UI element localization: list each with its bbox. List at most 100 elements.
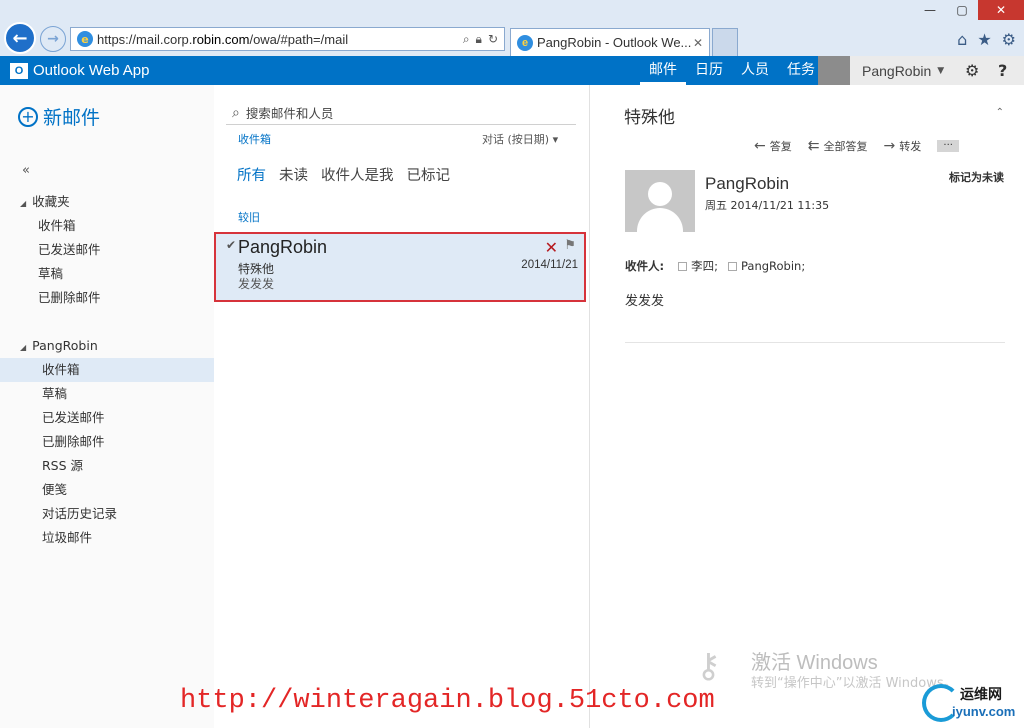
window-controls: — ▢ ✕	[914, 0, 1024, 20]
ie-icon: e	[517, 34, 533, 51]
more-actions-button[interactable]: ···	[937, 140, 960, 152]
favorites-section: ◢ 收藏夹 收件箱 已发送邮件 草稿 已删除邮件	[0, 190, 214, 310]
conversation-sort-label: 对话 (按日期)	[482, 133, 550, 146]
star-icon[interactable]: ★	[977, 30, 991, 49]
browser-toolbar: — ▢ ✕ ← → e https://mail.corp.robin.com/…	[0, 0, 1024, 56]
message-list-pane: ⌕ 搜索邮件和人员 收件箱 对话 (按日期) ▾ 所有 未读 收件人是我 已标记…	[214, 85, 590, 728]
new-mail-button[interactable]: + 新邮件	[18, 103, 100, 130]
message-body: 发发发	[625, 294, 665, 309]
flag-icon[interactable]: ⚑	[564, 238, 576, 253]
browser-tab[interactable]: e PangRobin - Outlook We... ✕	[510, 28, 710, 56]
favorites-label: 收藏夹	[32, 194, 70, 209]
chevron-down-icon[interactable]: ▼	[937, 66, 944, 76]
site-logo: 运维网 iyunv.com	[922, 680, 1022, 726]
gear-icon[interactable]: ⚙	[965, 61, 979, 80]
search-input[interactable]: ⌕ 搜索邮件和人员	[226, 101, 576, 125]
filter-to-me[interactable]: 收件人是我	[321, 164, 394, 185]
close-icon[interactable]: ✕	[693, 36, 703, 50]
minimize-button[interactable]: —	[914, 0, 946, 20]
maximize-button[interactable]: ▢	[946, 0, 978, 20]
key-icon: ⚷	[696, 646, 721, 686]
owa-logo[interactable]: O Outlook Web App	[10, 62, 149, 79]
list-item[interactable]: ✔ PangRobin 特殊他 发发发 ✕ ⚑ 2014/11/21	[214, 232, 586, 302]
ie-icon: e	[77, 31, 93, 47]
folder-item-notes[interactable]: 便笺	[0, 478, 214, 502]
address-bar[interactable]: e https://mail.corp.robin.com/owa/#path=…	[70, 27, 505, 51]
reading-pane: 特殊他 ⌃ ← 答复 ⇇ 全部答复 → 转发 ··· PangRobin 周五 201…	[590, 85, 1024, 728]
fav-item-sent[interactable]: 已发送邮件	[0, 238, 214, 262]
presence-icon	[678, 261, 688, 271]
forward-button[interactable]: → 转发	[883, 138, 921, 154]
check-icon[interactable]: ✔	[226, 238, 236, 252]
home-icon[interactable]: ⌂	[957, 30, 967, 49]
nav-calendar[interactable]: 日历	[686, 56, 732, 85]
site-logo-top: 运维网	[960, 687, 1002, 703]
outlook-icon: O	[10, 62, 28, 79]
folder-item-rss[interactable]: RSS 源	[0, 454, 214, 478]
owa-header: O Outlook Web App 邮件 日历 人员 任务 PangRobin …	[0, 56, 1024, 85]
fav-item-inbox[interactable]: 收件箱	[0, 214, 214, 238]
url-prefix: https://mail.corp.	[97, 31, 193, 47]
account-section: ◢ PangRobin 收件箱 草稿 已发送邮件 已删除邮件 RSS 源 便笺 对…	[0, 334, 214, 550]
help-icon[interactable]: ?	[998, 61, 1007, 80]
refresh-icon[interactable]: ↻	[488, 32, 498, 47]
folder-item-inbox[interactable]: 收件箱	[0, 358, 214, 382]
collapse-button[interactable]: «	[22, 163, 30, 178]
tab-title: PangRobin - Outlook We...	[537, 35, 692, 50]
reply-all-label: 全部答复	[823, 140, 868, 153]
message-sender[interactable]: PangRobin	[705, 174, 789, 194]
close-button[interactable]: ✕	[978, 0, 1024, 20]
message-subject: 特殊他	[624, 108, 675, 128]
conversation-sort-dropdown[interactable]: 对话 (按日期) ▾	[482, 131, 558, 147]
gear-icon[interactable]: ⚙	[1002, 30, 1016, 49]
blog-watermark: http://winteragain.blog.51cto.com	[180, 686, 715, 716]
to-label: 收件人:	[625, 259, 665, 273]
nav-mail[interactable]: 邮件	[640, 56, 686, 85]
fav-item-drafts[interactable]: 草稿	[0, 262, 214, 286]
search-icon[interactable]: ⌕	[463, 32, 470, 47]
reply-all-button[interactable]: ⇇ 全部答复	[808, 138, 868, 154]
triangle-down-icon: ◢	[20, 343, 27, 352]
folder-item-sent[interactable]: 已发送邮件	[0, 406, 214, 430]
favorites-header[interactable]: ◢ 收藏夹	[0, 190, 214, 214]
plus-icon: +	[18, 106, 38, 127]
recipient-1[interactable]: 李四;	[691, 258, 718, 274]
group-header: 较旧	[238, 211, 260, 224]
back-button[interactable]: ←	[4, 22, 36, 54]
filter-bar: 所有 未读 收件人是我 已标记	[237, 164, 450, 185]
new-mail-label: 新邮件	[43, 107, 101, 129]
lock-icon[interactable]: 🔒︎	[476, 32, 482, 47]
delete-icon[interactable]: ✕	[545, 238, 558, 257]
new-tab-button[interactable]	[712, 28, 738, 56]
filter-all[interactable]: 所有	[237, 164, 266, 185]
reply-all-icon: ⇇	[807, 138, 820, 154]
user-menu[interactable]: PangRobin	[862, 63, 931, 79]
folder-item-junk[interactable]: 垃圾邮件	[0, 526, 214, 550]
recipient-2[interactable]: PangRobin;	[741, 259, 805, 273]
nav-people[interactable]: 人员	[732, 56, 778, 85]
account-header[interactable]: ◢ PangRobin	[0, 334, 214, 358]
mark-unread-button[interactable]: 标记为未读	[949, 169, 1004, 185]
browser-icons: ⌂ ★ ⚙	[957, 30, 1016, 49]
fav-item-deleted[interactable]: 已删除邮件	[0, 286, 214, 310]
filter-unread[interactable]: 未读	[279, 164, 308, 185]
url-text[interactable]: https://mail.corp.robin.com/owa/#path=/m…	[97, 32, 463, 47]
search-placeholder: 搜索邮件和人员	[245, 106, 334, 121]
filter-flagged[interactable]: 已标记	[407, 164, 451, 185]
chevron-up-icon[interactable]: ⌃	[996, 107, 1004, 118]
reply-button[interactable]: ← 答复	[754, 138, 792, 154]
forward-button[interactable]: →	[40, 26, 66, 52]
address-tools: ⌕ 🔒︎ ↻	[463, 32, 498, 47]
folder-item-drafts[interactable]: 草稿	[0, 382, 214, 406]
folder-item-deleted[interactable]: 已删除邮件	[0, 430, 214, 454]
avatar	[625, 170, 695, 232]
avatar-head	[648, 182, 672, 206]
current-folder-label: 收件箱	[238, 133, 271, 146]
triangle-down-icon: ◢	[20, 199, 27, 208]
user-area: PangRobin ▼ ⚙ ?	[818, 56, 1024, 85]
mail-preview: 发发发	[238, 277, 275, 291]
url-host: robin.com	[192, 31, 250, 47]
folder-item-conversation-history[interactable]: 对话历史记录	[0, 502, 214, 526]
search-icon: ⌕	[232, 104, 240, 121]
presence-icon	[727, 261, 737, 271]
